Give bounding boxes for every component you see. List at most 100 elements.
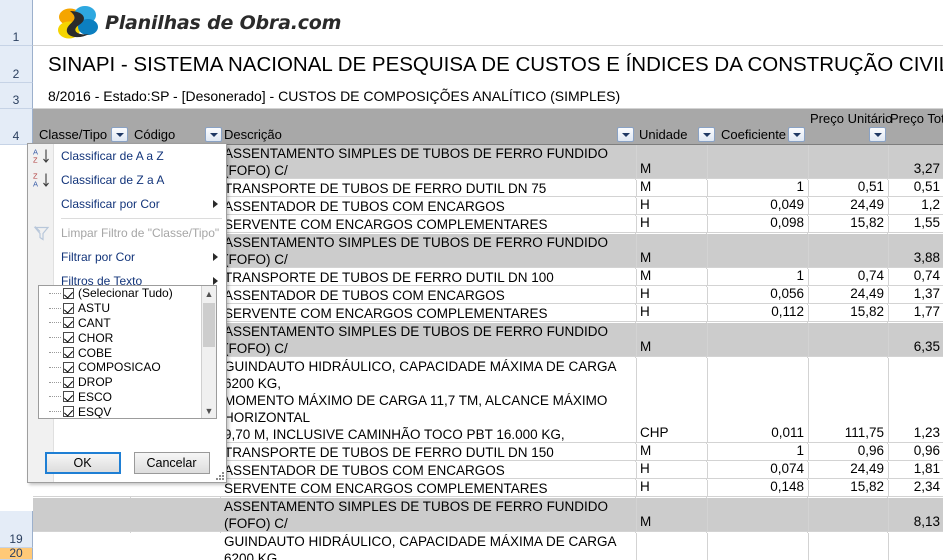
column-header-label: Código — [134, 127, 176, 143]
svg-text:A: A — [33, 180, 38, 189]
cell-descricao: TRANSPORTE DE TUBOS DE FERRO DUTIL DN 10… — [224, 270, 554, 285]
filter-list-item-label: DROP — [78, 375, 113, 390]
filter-button-codigo[interactable] — [205, 109, 222, 145]
checkbox-checked-icon[interactable] — [63, 287, 74, 299]
chevron-down-icon[interactable] — [698, 127, 715, 142]
row-header-3[interactable]: 3 — [0, 83, 33, 109]
cell-preco-total: 8,13 — [888, 498, 943, 531]
chevron-down-icon[interactable] — [788, 127, 805, 142]
filter-button-coeficiente[interactable] — [788, 109, 805, 145]
chevron-down-icon[interactable] — [111, 127, 128, 142]
filter-list-item[interactable]: ESQV — [39, 404, 216, 418]
cell-preco-total: 1,56 — [888, 533, 943, 560]
excel-spreadsheet-window: Planilhas de Obra.com SINAPI - SISTEMA N… — [0, 0, 943, 560]
checkbox-checked-icon[interactable] — [63, 332, 74, 344]
filter-list-item[interactable]: (Selecionar Tudo) — [39, 286, 216, 301]
filter-list-item[interactable]: COBE — [39, 345, 216, 360]
chevron-down-icon[interactable] — [869, 127, 886, 142]
cell-preco-total: 1,77 — [888, 305, 943, 321]
chevron-down-icon[interactable] — [617, 127, 634, 142]
cell-coeficiente: 1 — [707, 180, 807, 196]
filter-value-listbox[interactable]: (Selecionar Tudo) ASTU CANT CHOR COBE COMPOSI… — [38, 285, 217, 419]
cell-coeficiente: 0,014 — [707, 533, 807, 560]
menu-divider — [61, 218, 222, 219]
cell-descricao: SERVENTE COM ENCARGOS COMPLEMENTARES — [224, 306, 548, 321]
checkbox-checked-icon[interactable] — [63, 347, 74, 359]
filter-list-item[interactable]: DROP — [39, 375, 216, 390]
cell-descricao: GUINDAUTO HIDRÁULICO, CAPACIDADE MÁXIMA … — [224, 359, 616, 442]
filter-list-item-label: ESCO — [78, 389, 113, 404]
checkbox-checked-icon[interactable] — [63, 302, 74, 314]
filter-list-item[interactable]: ESCO — [39, 390, 216, 405]
row-header-4[interactable]: 4 — [0, 109, 33, 145]
tree-line-icon — [49, 352, 61, 354]
filter-button-preco-unitario[interactable] — [869, 109, 886, 145]
listbox-scrollbar[interactable]: ▲ ▼ — [201, 286, 216, 418]
row-header-20[interactable]: 20 — [0, 547, 33, 560]
cell-coeficiente: 0,148 — [707, 480, 807, 496]
filter-button-unidade[interactable] — [698, 109, 715, 145]
checkbox-checked-icon[interactable] — [63, 376, 74, 388]
cell-descricao: TRANSPORTE DE TUBOS DE FERRO DUTIL DN 75 — [224, 181, 547, 196]
cell-unidade: H — [636, 480, 706, 496]
table-row[interactable]: ASSENTAMENTO SIMPLES DE TUBOS DE FERRO F… — [33, 498, 943, 532]
table-row[interactable]: COMPOSICAO5928GUINDAUTO HIDRÁULICO, CAPA… — [33, 533, 943, 560]
sheet-subtitle-row: 8/2016 - Estado:SP - [Desonerado] - CUST… — [33, 83, 943, 109]
filter-button-descricao[interactable] — [617, 109, 634, 145]
menu-item-label: Classificar de A a Z — [61, 149, 164, 163]
checkbox-checked-icon[interactable] — [63, 391, 74, 403]
checkbox-checked-icon[interactable] — [63, 317, 74, 329]
cell-coeficiente: 1 — [707, 444, 807, 460]
cell-unidade: M — [636, 234, 706, 267]
row-header-19[interactable]: 19 — [0, 511, 33, 548]
menu-item-clear-filter: Limpar Filtro de "Classe/Tipo" — [28, 221, 226, 245]
cell-preco-unitario — [808, 234, 887, 267]
checkbox-checked-icon[interactable] — [63, 406, 74, 418]
filter-list-item[interactable]: CANT — [39, 316, 216, 331]
chevron-down-icon[interactable] — [205, 127, 222, 142]
scroll-down-icon[interactable]: ▼ — [202, 403, 216, 418]
cell-descricao: ASSENTADOR DE TUBOS COM ENCARGOS COMPLEM… — [224, 288, 505, 303]
column-header-coeficiente: Coeficiente — [721, 109, 786, 145]
filter-list-item[interactable]: COMPOSICAO — [39, 360, 216, 375]
cell-preco-total: 1,2 — [888, 198, 943, 214]
cell-descricao: GUINDAUTO HIDRÁULICO, CAPACIDADE MÁXIMA … — [224, 534, 616, 560]
sheet-title-row: SINAPI - SISTEMA NACIONAL DE PESQUISA DE… — [33, 46, 943, 83]
menu-item-filter-by-color[interactable]: Filtrar por Cor — [28, 245, 226, 269]
cell-descricao: ASSENTAMENTO SIMPLES DE TUBOS DE FERRO F… — [224, 235, 609, 267]
filter-list-item[interactable]: ASTU — [39, 301, 216, 316]
filter-button-classe[interactable] — [111, 109, 128, 145]
cell-preco-unitario: 15,82 — [808, 480, 887, 496]
cell-preco-unitario: 111,75 — [808, 358, 887, 442]
filter-list-item[interactable]: CHOR — [39, 330, 216, 345]
menu-item-sort-z-a[interactable]: ZA Classificar de Z a A — [28, 168, 226, 192]
cell-preco-total: 6,35 — [888, 323, 943, 356]
cell-classe-tipo — [33, 498, 130, 531]
menu-item-label: Classificar por Cor — [61, 197, 160, 211]
cell-unidade: H — [636, 287, 706, 303]
scrollbar-thumb[interactable] — [203, 303, 215, 347]
cell-descricao: SERVENTE COM ENCARGOS COMPLEMENTARES — [224, 217, 548, 232]
ok-button[interactable]: OK — [44, 452, 121, 474]
tree-line-icon — [49, 337, 61, 339]
filter-list-item-label: CHOR — [78, 330, 114, 345]
cell-unidade: M — [636, 145, 706, 178]
cell-preco-total: 1,81 — [888, 462, 943, 478]
tree-line-icon — [49, 381, 61, 383]
cell-coeficiente — [707, 323, 807, 356]
cell-coeficiente: 0,098 — [707, 216, 807, 232]
menu-item-sort-by-color[interactable]: Classificar por Cor — [28, 192, 226, 216]
menu-item-sort-a-z[interactable]: AZ Classificar de A a Z — [28, 144, 226, 168]
cell-coeficiente: 0,074 — [707, 462, 807, 478]
cell-unidade: CHP — [636, 533, 706, 560]
scroll-up-icon[interactable]: ▲ — [202, 286, 216, 301]
row-header-2[interactable]: 2 — [0, 46, 33, 83]
submenu-arrow-icon — [213, 200, 218, 208]
sort-ascending-icon: AZ — [32, 147, 51, 166]
cell-descricao: ASSENTAMENTO SIMPLES DE TUBOS DE FERRO F… — [224, 146, 609, 178]
resize-grip-icon[interactable] — [215, 471, 224, 480]
checkbox-checked-icon[interactable] — [63, 361, 74, 373]
cancel-button[interactable]: Cancelar — [133, 452, 210, 474]
row-header-1[interactable]: 1 — [0, 0, 33, 46]
column-header-classe: Classe/Tipo — [39, 109, 107, 145]
